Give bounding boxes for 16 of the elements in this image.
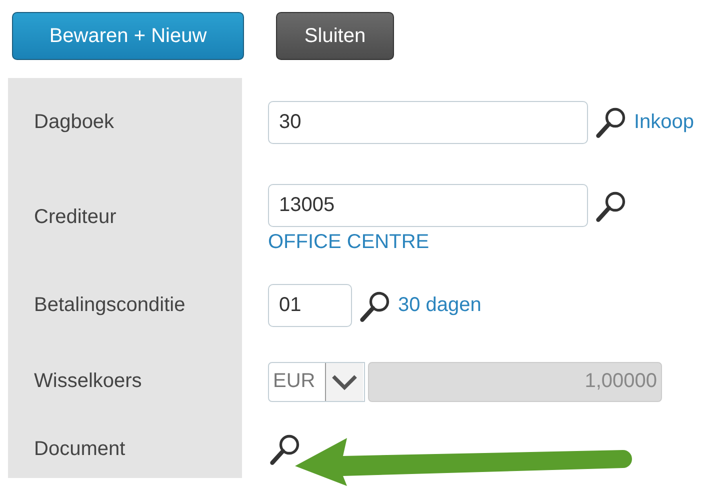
save-new-button[interactable]: Bewaren + Nieuw: [12, 12, 244, 60]
field-label: Betalingsconditie: [34, 294, 186, 317]
close-button[interactable]: Sluiten: [276, 12, 394, 60]
lookup-link[interactable]: 30 dagen: [398, 294, 482, 317]
search-icon[interactable]: [594, 105, 628, 139]
input-field[interactable]: 13005: [268, 184, 588, 227]
caret-icon: [325, 362, 363, 400]
lookup-link[interactable]: OFFICE CENTRE: [268, 231, 430, 253]
lookup-link[interactable]: Inkoop: [634, 110, 694, 134]
field-label: Document: [34, 438, 126, 460]
field-label: Wisselkoers: [34, 370, 142, 393]
field-label: Dagboek: [34, 110, 114, 134]
search-icon[interactable]: [268, 432, 302, 466]
field-label: Crediteur: [34, 206, 116, 228]
input-field[interactable]: 30: [268, 100, 588, 144]
input-field[interactable]: 01: [268, 284, 352, 327]
